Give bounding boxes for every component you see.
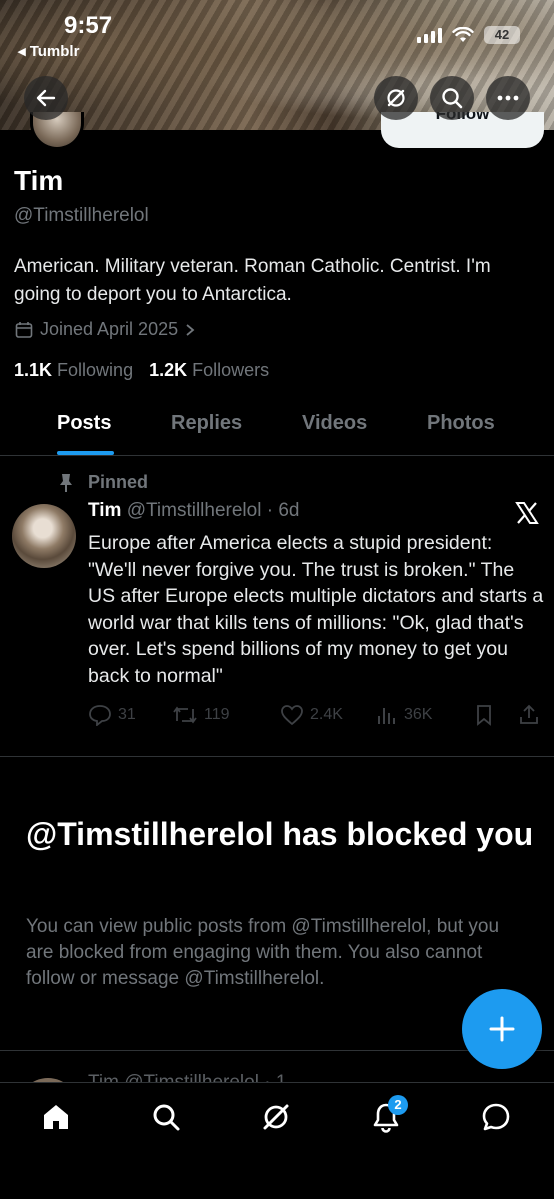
status-bar: 9:57 ◂ Tumblr 42 (0, 0, 554, 70)
blocked-description: You can view public posts from @Timstill… (26, 916, 500, 989)
tweet-header: Tim @Timstillherelol · 6d (88, 500, 299, 522)
bookmark-icon (477, 705, 491, 726)
back-button[interactable] (24, 76, 68, 120)
pin-icon (60, 473, 72, 492)
search-icon (153, 1104, 180, 1131)
nav-messages[interactable] (476, 1097, 516, 1137)
tweet-author[interactable]: Tim (88, 500, 121, 521)
tab-photos[interactable]: Photos (427, 412, 495, 435)
bookmark-button[interactable] (474, 704, 494, 726)
tab-videos[interactable]: Videos (302, 412, 367, 435)
share-icon (520, 704, 538, 724)
notifications-badge: 2 (388, 1095, 408, 1115)
profile-name: Tim (14, 165, 64, 196)
nav-notifications[interactable]: 2 (366, 1095, 408, 1137)
tweet-text: Europe after America elects a stupid pre… (88, 532, 544, 687)
profile-bio: American. Military veteran. Roman Cathol… (14, 256, 491, 305)
like-count: 2.4K (310, 706, 343, 723)
more-icon (497, 95, 519, 101)
compose-button[interactable] (462, 989, 542, 1069)
search-button[interactable] (430, 76, 474, 120)
x-logo-icon[interactable] (514, 500, 540, 526)
reply-icon (89, 705, 111, 726)
tab-posts[interactable]: Posts (57, 412, 111, 435)
status-time: 9:57 (64, 12, 113, 39)
share-button[interactable] (518, 704, 540, 726)
nav-home[interactable] (36, 1097, 76, 1137)
reply-button[interactable]: 31 (88, 704, 136, 726)
bottom-nav: 2 (0, 1082, 554, 1199)
following-count: 1.1K (14, 360, 53, 380)
views-button[interactable]: 36K (376, 704, 432, 726)
following-label: Following (57, 360, 134, 380)
tab-replies[interactable]: Replies (171, 412, 242, 435)
followers-label: Followers (192, 360, 270, 380)
more-options-button[interactable] (486, 76, 530, 120)
signal-icon (417, 27, 442, 43)
nav-grok[interactable] (256, 1097, 296, 1137)
tweet-actions: 31 119 2.4K 36K (88, 704, 544, 730)
back-app-label: Tumblr (29, 43, 80, 60)
views-count: 36K (404, 706, 433, 723)
battery-indicator: 42 (484, 26, 520, 44)
search-icon (442, 88, 463, 109)
status-icons: 42 (417, 26, 520, 44)
chevron-right-icon (186, 323, 195, 336)
plus-icon (489, 1016, 515, 1042)
calendar-icon (15, 321, 33, 338)
reply-count: 31 (118, 706, 136, 723)
followers-count: 1.2K (149, 360, 188, 380)
grok-button[interactable] (374, 76, 418, 120)
chat-icon (482, 1103, 510, 1131)
joined-date[interactable]: Joined April 2025 (14, 319, 196, 340)
wifi-icon (452, 27, 474, 42)
arrow-left-icon (36, 89, 56, 107)
nav-search[interactable] (146, 1097, 186, 1137)
repost-count: 119 (204, 706, 230, 723)
pinned-indicator: Pinned (58, 472, 148, 493)
tweet-handle-time: @Timstillherelol · 6d (126, 500, 300, 521)
tweet-divider (0, 756, 554, 757)
home-icon (44, 1105, 68, 1129)
like-button[interactable]: 2.4K (280, 704, 343, 726)
follow-stats: 1.1K Following 1.2K Followers (14, 360, 269, 381)
pinned-label: Pinned (88, 472, 149, 492)
active-tab-indicator (57, 451, 114, 455)
profile-handle: @Timstillherelol (14, 205, 149, 226)
views-icon (378, 708, 395, 724)
profile-tabs: Posts Replies Videos Photos (0, 400, 554, 456)
blocked-title: @Timstillherelol has blocked you (26, 816, 534, 852)
tweet-avatar[interactable] (12, 504, 76, 568)
grok-icon (387, 89, 405, 107)
back-to-app-link[interactable]: ◂ Tumblr (18, 42, 79, 60)
following-link[interactable]: 1.1K Following (14, 360, 133, 381)
grok-icon (263, 1104, 289, 1130)
followers-link[interactable]: 1.2K Followers (149, 360, 269, 381)
repost-button[interactable]: 119 (172, 704, 230, 726)
heart-icon (281, 705, 303, 726)
joined-label: Joined April 2025 (40, 319, 179, 339)
repost-icon (173, 706, 197, 724)
